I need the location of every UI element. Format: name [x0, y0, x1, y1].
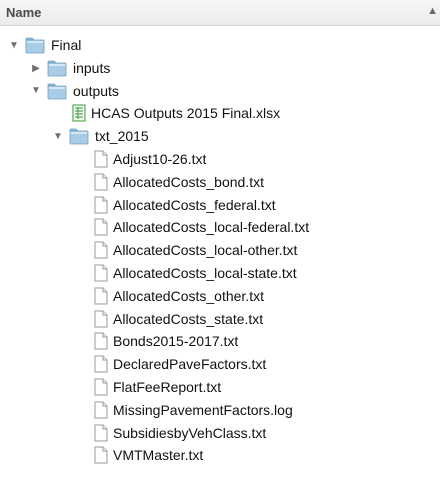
folder-row[interactable]: ▶ inputs [0, 57, 440, 80]
file-row[interactable]: HCAS Outputs 2015 Final.xlsx [0, 102, 440, 125]
item-label: txt_2015 [95, 128, 149, 145]
item-label: HCAS Outputs 2015 Final.xlsx [91, 105, 281, 122]
file-row[interactable]: AllocatedCosts_federal.txt [0, 194, 440, 217]
item-label: SubsidiesbyVehClass.txt [113, 424, 267, 441]
column-header: Name ▲ [0, 0, 440, 26]
folder-row[interactable]: ▼ txt_2015 [0, 125, 440, 148]
item-label: AllocatedCosts_other.txt [113, 287, 264, 304]
document-icon [94, 264, 108, 287]
item-label: AllocatedCosts_federal.txt [113, 196, 276, 213]
name-column-header[interactable]: Name [6, 5, 41, 20]
sort-ascending-icon[interactable]: ▲ [427, 5, 438, 17]
document-icon [94, 218, 108, 241]
item-label: AllocatedCosts_local-state.txt [113, 264, 297, 281]
item-label: Final [51, 37, 82, 53]
document-icon [94, 424, 108, 447]
file-row[interactable]: AllocatedCosts_local-federal.txt [0, 216, 440, 239]
disclosure-collapsed-icon[interactable]: ▶ [29, 57, 43, 80]
file-row[interactable]: AllocatedCosts_bond.txt [0, 171, 440, 194]
item-label: inputs [73, 59, 111, 76]
item-label: Adjust10-26.txt [113, 150, 207, 167]
item-label: MissingPavementFactors.log [113, 401, 293, 418]
folder-icon [25, 37, 45, 59]
file-row[interactable]: MissingPavementFactors.log [0, 399, 440, 422]
document-icon [94, 241, 108, 264]
folder-row[interactable]: ▼ outputs [0, 80, 440, 103]
file-row[interactable]: VMTMaster.txt [0, 444, 440, 467]
document-icon [94, 355, 108, 378]
disclosure-expanded-icon[interactable]: ▼ [29, 80, 43, 103]
disclosure-expanded-icon[interactable]: ▼ [7, 34, 21, 57]
file-row[interactable]: AllocatedCosts_local-other.txt [0, 239, 440, 262]
item-label: AllocatedCosts_bond.txt [113, 173, 264, 190]
item-label: outputs [73, 82, 119, 99]
item-label: AllocatedCosts_local-federal.txt [113, 219, 310, 236]
file-tree: ▼ Final ▶ inputs ▼ outputs HCAS Outputs 2015 F… [0, 34, 440, 467]
document-icon [94, 446, 108, 469]
document-icon [94, 287, 108, 310]
folder-row[interactable]: ▼ Final [0, 34, 440, 57]
file-row[interactable]: AllocatedCosts_local-state.txt [0, 262, 440, 285]
document-icon [94, 310, 108, 333]
document-icon [94, 173, 108, 196]
disclosure-expanded-icon[interactable]: ▼ [51, 125, 65, 148]
folder-icon [47, 60, 67, 82]
file-row[interactable]: Adjust10-26.txt [0, 148, 440, 171]
document-icon [94, 401, 108, 424]
file-row[interactable]: Bonds2015-2017.txt [0, 330, 440, 353]
file-row[interactable]: AllocatedCosts_other.txt [0, 285, 440, 308]
item-label: AllocatedCosts_local-other.txt [113, 242, 298, 259]
item-label: FlatFeeReport.txt [113, 378, 222, 395]
folder-icon [69, 128, 89, 150]
document-icon [94, 150, 108, 173]
item-label: AllocatedCosts_state.txt [113, 310, 264, 327]
item-label: DeclaredPaveFactors.txt [113, 356, 267, 373]
file-row[interactable]: SubsidiesbyVehClass.txt [0, 422, 440, 445]
spreadsheet-icon [72, 104, 86, 127]
file-row[interactable]: FlatFeeReport.txt [0, 376, 440, 399]
file-row[interactable]: AllocatedCosts_state.txt [0, 308, 440, 331]
item-label: VMTMaster.txt [113, 447, 204, 464]
folder-icon [47, 83, 67, 105]
item-label: Bonds2015-2017.txt [113, 333, 239, 350]
document-icon [94, 332, 108, 355]
file-row[interactable]: DeclaredPaveFactors.txt [0, 353, 440, 376]
document-icon [94, 378, 108, 401]
document-icon [94, 196, 108, 219]
